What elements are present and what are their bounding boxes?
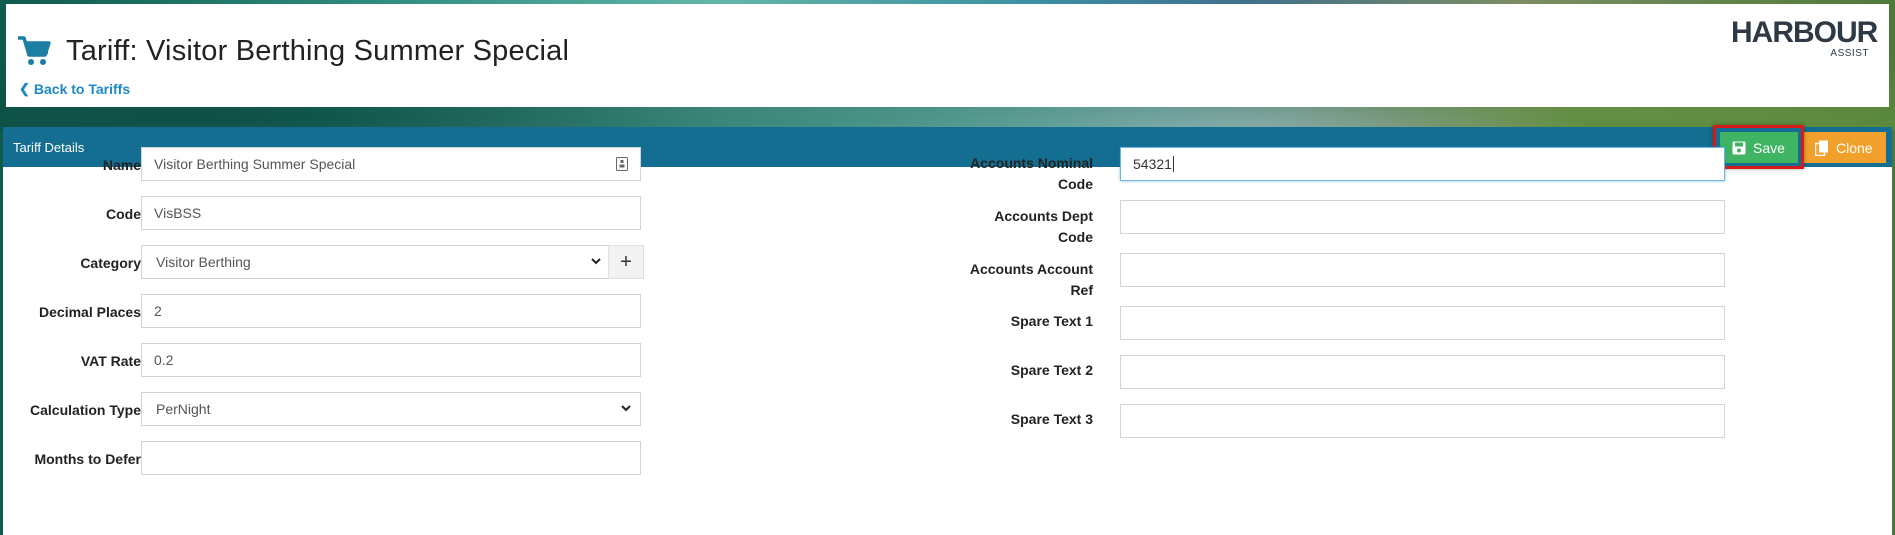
clone-button-label: Clone	[1836, 139, 1873, 156]
tariff-details-panel: Tariff Details Save Clone Name Visitor B…	[3, 125, 1892, 535]
accounts-nominal-code-value: 54321	[1133, 156, 1172, 172]
spare-text-2-input[interactable]	[1120, 355, 1725, 389]
spare-text-1-label: Spare Text 1	[1010, 313, 1093, 329]
code-input[interactable]: VisBSS	[141, 196, 641, 230]
code-label: Code	[106, 206, 141, 222]
category-value: Visitor Berthing	[156, 254, 251, 270]
calculation-type-value: PerNight	[156, 401, 211, 417]
logo-word: HARBOUR	[1731, 16, 1878, 49]
spare-text-3-input[interactable]	[1120, 404, 1725, 438]
accounts-dept-code-label: Accounts Dept Code	[943, 206, 1093, 248]
category-select[interactable]: Visitor Berthing	[141, 245, 611, 279]
label-line: Code	[1058, 176, 1093, 192]
accounts-account-ref-input[interactable]	[1120, 253, 1725, 287]
accounts-account-ref-label: Accounts Account Ref	[943, 259, 1093, 301]
add-category-button[interactable]: +	[608, 245, 644, 279]
chevron-left-icon: ❮	[19, 81, 30, 96]
months-to-defer-label: Months to Defer	[34, 451, 141, 467]
label-line: Accounts Nominal	[970, 155, 1093, 171]
calculation-type-select[interactable]: PerNight	[141, 392, 641, 426]
page-header: Tariff: Visitor Berthing Summer Special …	[6, 4, 1889, 107]
back-to-tariffs-link[interactable]: ❮ Back to Tariffs	[19, 81, 130, 97]
spare-text-2-label: Spare Text 2	[1010, 362, 1093, 378]
copy-icon	[1815, 140, 1828, 156]
contact-card-icon	[616, 157, 628, 171]
spare-text-1-input[interactable]	[1120, 306, 1725, 340]
spare-text-3-label: Spare Text 3	[1010, 411, 1093, 427]
shopping-cart-icon	[18, 36, 51, 65]
label-line: Accounts Account	[969, 261, 1093, 277]
decimal-places-input[interactable]: 2	[141, 294, 641, 328]
calculation-type-label: Calculation Type	[30, 402, 141, 418]
code-value: VisBSS	[154, 205, 202, 221]
chevron-down-icon	[591, 258, 601, 265]
plus-icon: +	[620, 250, 632, 273]
decimal-places-value: 2	[154, 303, 162, 319]
save-button-highlight	[1713, 125, 1804, 169]
name-input[interactable]: Visitor Berthing Summer Special	[141, 147, 641, 181]
label-line: Ref	[1070, 282, 1093, 298]
label-line: Accounts Dept	[994, 208, 1093, 224]
accounts-dept-code-input[interactable]	[1120, 200, 1725, 234]
accounts-nominal-code-label: Accounts Nominal Code	[943, 153, 1093, 195]
text-cursor	[1172, 156, 1174, 172]
label-line: Code	[1058, 229, 1093, 245]
vat-rate-value: 0.2	[154, 352, 174, 368]
chevron-down-icon	[621, 405, 631, 412]
logo-sub: ASSIST	[1830, 48, 1869, 59]
vat-rate-input[interactable]: 0.2	[141, 343, 641, 377]
accounts-nominal-code-input[interactable]: 54321	[1120, 147, 1725, 181]
back-link-label: Back to Tariffs	[33, 81, 131, 97]
category-label: Category	[80, 255, 141, 271]
panel-title: Tariff Details	[13, 140, 85, 155]
name-label: Name	[102, 157, 141, 173]
clone-button[interactable]: Clone	[1803, 132, 1886, 163]
vat-rate-label: VAT Rate	[80, 353, 141, 369]
harbour-assist-logo: HARBOUR ASSIST	[1731, 16, 1878, 60]
months-to-defer-input[interactable]	[141, 441, 641, 475]
decimal-places-label: Decimal Places	[39, 304, 141, 320]
page-title: Tariff: Visitor Berthing Summer Special	[66, 35, 570, 67]
name-value: Visitor Berthing Summer Special	[154, 156, 356, 172]
